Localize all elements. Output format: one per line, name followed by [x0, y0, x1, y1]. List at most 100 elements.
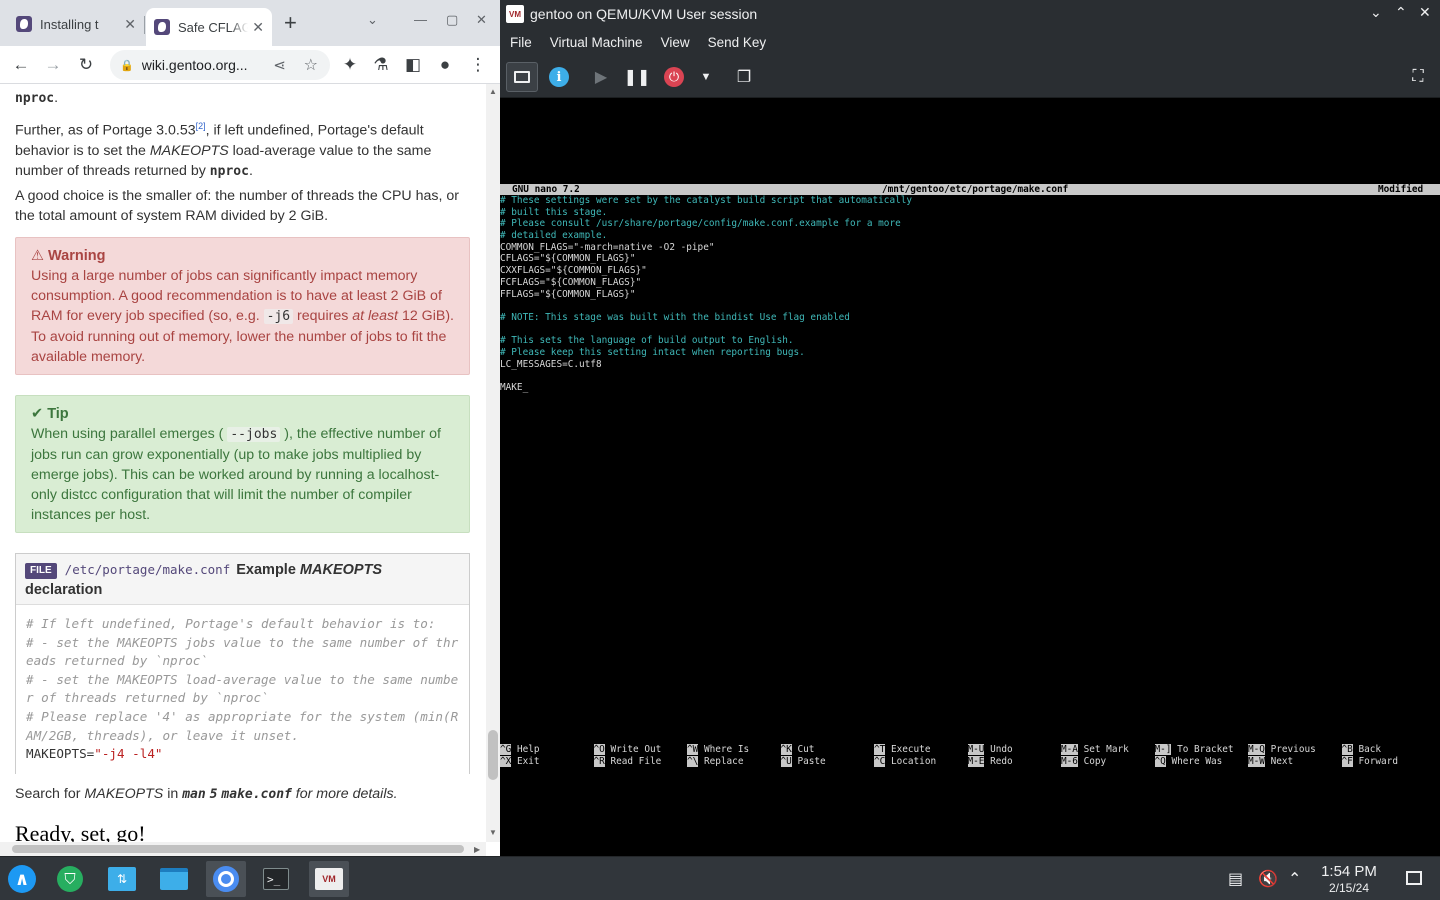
- code-block: # If left undefined, Portage's default b…: [16, 605, 469, 774]
- menu-file[interactable]: File: [510, 35, 532, 50]
- maximize-icon[interactable]: ▢: [446, 12, 458, 28]
- text: .: [248, 162, 253, 179]
- warning-heading: ⚠ Warning: [31, 246, 454, 266]
- fullscreen-button[interactable]: ⛶: [1402, 62, 1434, 92]
- tab-divider: [144, 16, 145, 34]
- scroll-up-icon[interactable]: ▲: [489, 87, 497, 96]
- shortcut-label: Read File: [610, 755, 662, 767]
- address-bar[interactable]: 🔒 wiki.gentoo.org... ⋖ ☆: [110, 50, 330, 80]
- task-konsole[interactable]: >_: [256, 861, 296, 897]
- volume-muted-icon[interactable]: 🔇: [1258, 869, 1278, 889]
- run-button[interactable]: ▶: [585, 62, 617, 92]
- code-comment: # Please replace '4' as appropriate for …: [26, 708, 459, 743]
- pause-button[interactable]: ❚❚: [621, 62, 653, 92]
- text: requires: [293, 308, 353, 324]
- check-circle-icon: ✔: [31, 406, 48, 422]
- browser-toolbar: ← → ↻ 🔒 wiki.gentoo.org... ⋖ ☆ ✦ ⚗ ◧ ● ⋮: [0, 46, 500, 84]
- tab-installing[interactable]: Installing t ✕: [8, 8, 144, 40]
- bookmark-star-icon[interactable]: ☆: [304, 55, 318, 75]
- snapshots-button[interactable]: ❐: [728, 62, 760, 92]
- horizontal-scrollbar[interactable]: ▶: [0, 842, 486, 856]
- tab-close-icon[interactable]: ✕: [124, 16, 136, 33]
- extensions-icon[interactable]: ✦: [337, 52, 363, 78]
- side-panel-icon[interactable]: ◧: [400, 52, 426, 78]
- tab-close-icon[interactable]: ✕: [252, 19, 264, 36]
- vertical-scrollbar[interactable]: ▲ ▼: [486, 84, 500, 842]
- close-window-icon[interactable]: ✕: [1419, 4, 1431, 21]
- task-files[interactable]: [154, 861, 194, 897]
- power-icon: ⏻: [664, 67, 684, 87]
- shortcut-label: Write Out: [610, 744, 662, 755]
- makeopts-emphasis: MAKEOPTS: [149, 142, 229, 159]
- new-tab-button[interactable]: +: [284, 10, 297, 36]
- task-chrome[interactable]: [206, 861, 246, 897]
- nano-line: CFLAGS="${COMMON_FLAGS}": [500, 253, 636, 265]
- close-window-icon[interactable]: ✕: [476, 12, 487, 28]
- shortcut-key: ^X: [500, 755, 512, 767]
- shortcut-key: ^T: [874, 744, 886, 755]
- scroll-down-icon[interactable]: ▼: [489, 828, 497, 837]
- shortcut-label: Undo: [990, 744, 1013, 755]
- nano-line: [500, 370, 912, 382]
- clock[interactable]: 1:54 PM 2/15/24: [1310, 863, 1388, 895]
- browser-window: Installing t ✕ Safe CFLAGS ✕ + ⌄ — ▢ ✕ ←…: [0, 0, 500, 856]
- scroll-thumb[interactable]: [12, 845, 464, 853]
- maximize-icon[interactable]: ⌃: [1395, 4, 1407, 21]
- details-button[interactable]: i: [543, 62, 575, 92]
- task-store[interactable]: ⇅: [102, 861, 142, 897]
- menu-virtual-machine[interactable]: Virtual Machine: [550, 35, 643, 50]
- clipboard-icon[interactable]: ▤: [1228, 869, 1243, 889]
- nano-buffer[interactable]: # These settings were set by the catalys…: [500, 195, 912, 394]
- show-desktop-icon[interactable]: [1406, 871, 1422, 885]
- terminal-icon: >_: [263, 868, 289, 890]
- chrome-icon: [213, 866, 239, 892]
- man-section-code: 5: [209, 787, 218, 802]
- warning-title: Warning: [48, 248, 106, 264]
- nano-line: LC_MESSAGES=C.utf8: [500, 358, 602, 370]
- back-icon[interactable]: ←: [8, 52, 34, 78]
- warning-box: ⚠ Warning Using a large number of jobs c…: [15, 237, 470, 375]
- section-heading: Ready, set, go!: [15, 821, 146, 843]
- tray-expand-icon[interactable]: ⌃: [1288, 869, 1301, 889]
- page-content: nproc. Further, as of Portage 3.0.53[2],…: [0, 84, 486, 842]
- vm-console[interactable]: GNU nano 7.2 /mnt/gentoo/etc/portage/mak…: [500, 98, 1440, 856]
- shutdown-button[interactable]: ⏻: [658, 62, 690, 92]
- nano-line: # Please keep this setting intact when r…: [500, 346, 805, 358]
- task-virt-manager[interactable]: VM: [309, 861, 349, 897]
- shortcut-key: ^R: [593, 755, 605, 767]
- flask-extension-icon[interactable]: ⚗: [368, 52, 394, 78]
- profile-avatar-icon[interactable]: ●: [432, 52, 458, 78]
- nano-version: GNU nano 7.2: [512, 184, 580, 195]
- shortcut-label: Help: [516, 744, 540, 755]
- tab-search-icon[interactable]: ⌄: [367, 12, 378, 28]
- scroll-thumb[interactable]: [488, 730, 498, 780]
- menu-kebab-icon[interactable]: ⋮: [465, 52, 491, 78]
- shortcut-key: M-6: [1061, 755, 1078, 767]
- tab-safe-cflags[interactable]: Safe CFLAGS ✕: [146, 8, 272, 46]
- minimize-icon[interactable]: —: [414, 12, 427, 27]
- nano-shortcut: M-U Undo M-E Redo: [967, 744, 1013, 767]
- footnote-link[interactable]: [2]: [196, 121, 206, 131]
- nano-line: [500, 300, 912, 312]
- shortcut-label: Cut: [797, 744, 815, 755]
- code-comment: # - set the MAKEOPTS load-average value …: [26, 671, 459, 706]
- nano-shortcut: M-] To Bracket ^Q Where Was: [1154, 744, 1234, 767]
- console-view-button[interactable]: [506, 62, 538, 92]
- forward-icon[interactable]: →: [40, 52, 66, 78]
- share-icon[interactable]: ⋖: [273, 56, 286, 74]
- nano-shortcut: ^B Back ^F Forward: [1341, 744, 1398, 767]
- menu-view[interactable]: View: [661, 35, 690, 50]
- reload-icon[interactable]: ↻: [73, 52, 99, 78]
- store-bag-icon: ⇅: [108, 867, 136, 891]
- menu-send-key[interactable]: Send Key: [708, 35, 767, 50]
- file-desc-emphasis: MAKEOPTS: [299, 562, 383, 578]
- application-launcher[interactable]: ∧: [2, 861, 42, 897]
- scroll-right-icon[interactable]: ▶: [474, 845, 480, 854]
- minimize-icon[interactable]: ⌄: [1370, 4, 1382, 21]
- shortcut-key: ^F: [1341, 755, 1353, 767]
- task-discover[interactable]: ⛉: [50, 861, 90, 897]
- make-conf-code: make.conf: [221, 787, 292, 802]
- shutdown-menu-chevron-icon[interactable]: ▼: [690, 62, 722, 92]
- nproc-code: nproc: [209, 163, 249, 179]
- text: Further, as of Portage 3.0.53: [15, 122, 196, 139]
